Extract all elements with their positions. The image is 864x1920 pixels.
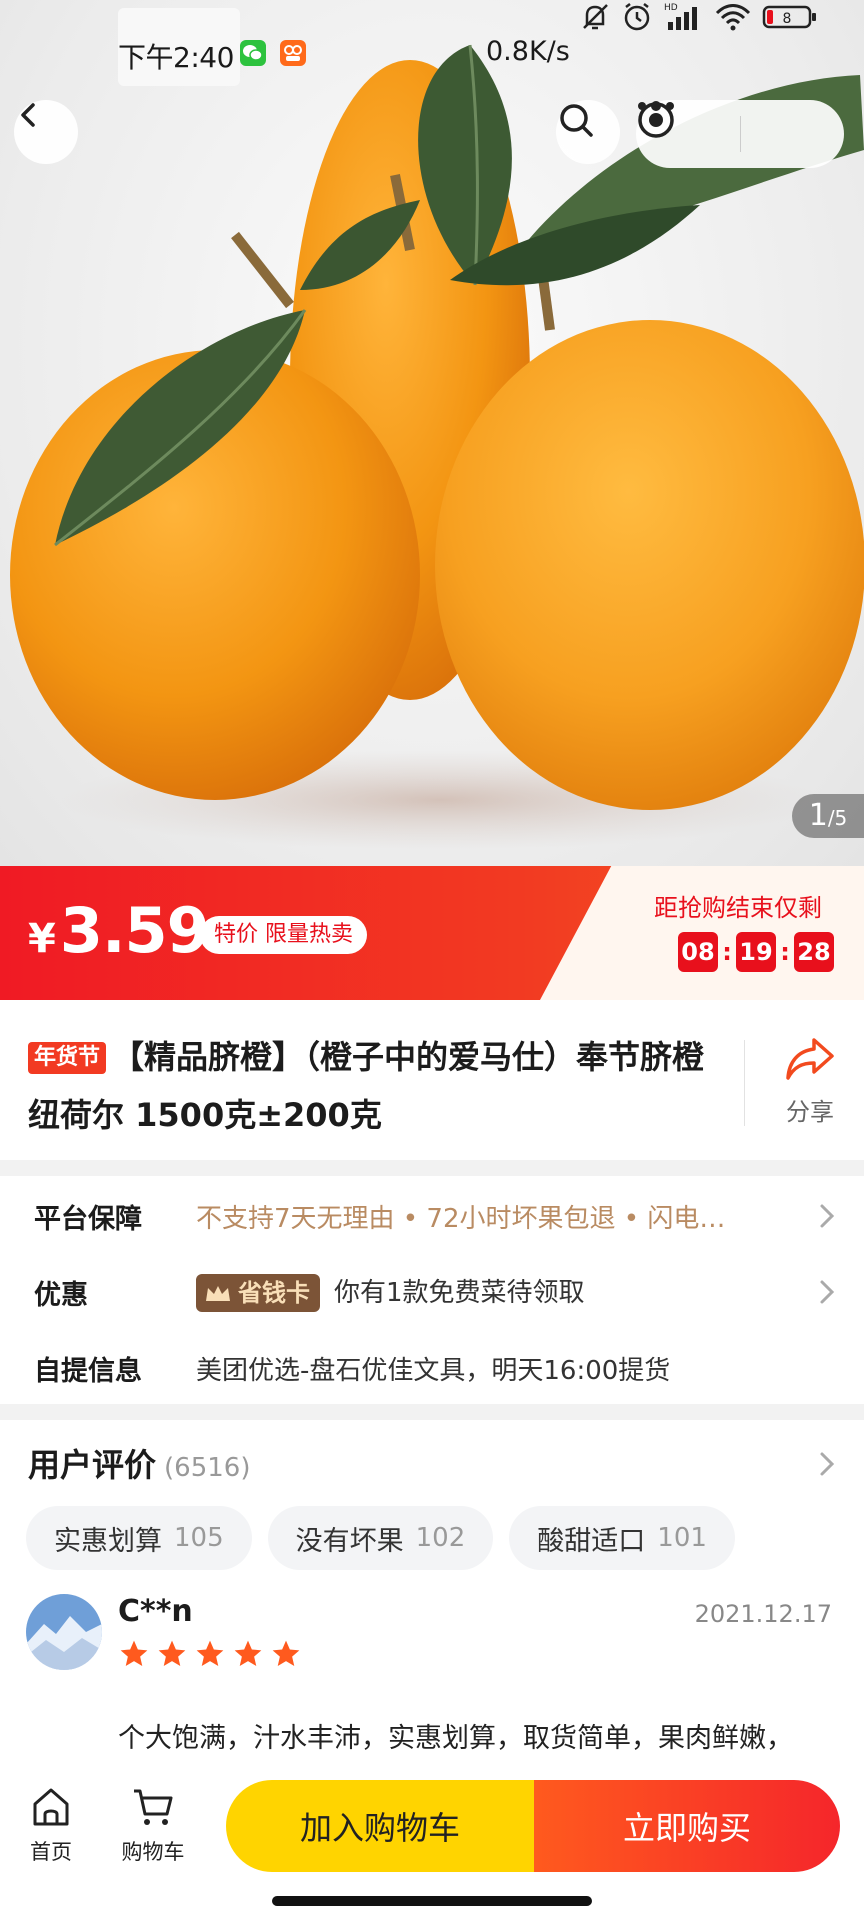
home-tab[interactable]: 首页 xyxy=(6,1786,96,1866)
status-time: 下午2:40 xyxy=(118,41,234,74)
miniprogram-capsule xyxy=(636,100,844,168)
home-indicator xyxy=(272,1896,592,1906)
promo-tag: 特价 限量热卖 xyxy=(200,916,367,954)
info-card: 平台保障 不支持7天无理由 • 72小时坏果包退 • 闪电… 优惠 省钱卡 你有… xyxy=(0,1176,864,1404)
reviews-title: 用户评价 xyxy=(28,1446,157,1484)
share-label: 分享 xyxy=(786,1098,834,1126)
review-tag-count: 101 xyxy=(657,1523,707,1553)
pickup-value: 美团优选-盘石优佳文具，明天16:00提货 xyxy=(196,1355,671,1386)
star-icon xyxy=(120,1640,148,1666)
festival-tag: 年货节 xyxy=(28,1042,107,1074)
pickup-row: 自提信息 美团优选-盘石优佳文具，明天16:00提货 xyxy=(0,1338,864,1398)
purchase-buttons: 加入购物车 立即购买 xyxy=(226,1780,840,1872)
pager-total: /5 xyxy=(827,806,848,830)
chevron-right-icon xyxy=(820,1280,835,1304)
home-icon xyxy=(33,1788,69,1826)
discount-label: 优惠 xyxy=(34,1279,88,1311)
discount-row[interactable]: 优惠 省钱卡 你有1款免费菜待领取 xyxy=(0,1262,864,1322)
close-miniprogram-button[interactable] xyxy=(638,100,845,168)
status-bar: 下午2:40 0.8K/s HD 8 xyxy=(0,0,864,100)
network-speed: 0.8K/s xyxy=(486,36,570,67)
wifi-icon xyxy=(715,4,751,31)
product-title: 年货节 【精品脐橙】（橙子中的爱马仕）奉节脐橙纽荷尔 1500克±200克 xyxy=(28,1028,718,1144)
discount-value-wrap: 省钱卡 你有1款免费菜待领取 xyxy=(196,1272,585,1313)
reviewer-name: C**n xyxy=(118,1594,193,1629)
signal-icon: HD xyxy=(664,3,697,30)
review-tag-count: 105 xyxy=(174,1523,224,1553)
saver-card-label: 省钱卡 xyxy=(238,1279,310,1308)
pickup-label: 自提信息 xyxy=(34,1355,142,1387)
crown-icon xyxy=(206,1286,230,1302)
review-tag-chip[interactable]: 酸甜适口 101 xyxy=(509,1506,735,1570)
battery-icon: 8 xyxy=(762,5,816,29)
star-icon xyxy=(272,1640,300,1666)
search-button[interactable] xyxy=(556,100,620,164)
review-text: 个大饱满，汁水丰沛，实惠划算，取货简单，果肉鲜嫩， xyxy=(118,1723,793,1754)
review-rating xyxy=(118,1638,302,1670)
star-icon xyxy=(196,1640,224,1666)
mute-bell-icon xyxy=(583,4,608,30)
star-icon xyxy=(158,1640,186,1666)
pager-current: 1 xyxy=(808,798,828,833)
guarantee-row[interactable]: 平台保障 不支持7天无理由 • 72小时坏果包退 • 闪电… xyxy=(0,1186,864,1246)
guarantee-value: 不支持7天无理由 • 72小时坏果包退 • 闪电… xyxy=(196,1203,726,1234)
guarantee-label: 平台保障 xyxy=(34,1203,142,1235)
countdown-minutes: 19 xyxy=(736,932,776,972)
cart-tab-label: 购物车 xyxy=(121,1840,185,1864)
alarm-icon xyxy=(624,3,650,31)
product-title-text: 【精品脐橙】（橙子中的爱马仕）奉节脐橙纽荷尔 1500克±200克 xyxy=(28,1038,705,1134)
reviews-header[interactable]: 用户评价 (6516) xyxy=(28,1440,250,1486)
wechat-icon xyxy=(240,40,266,66)
review-tag-label: 没有坏果 xyxy=(295,1525,404,1557)
discount-value: 你有1款免费菜待领取 xyxy=(334,1277,585,1308)
currency-symbol: ¥ xyxy=(28,916,56,962)
review-tags: 实惠划算 105 没有坏果 102 酸甜适口 101 xyxy=(26,1506,735,1570)
chevron-right-icon xyxy=(820,1204,835,1228)
home-tab-label: 首页 xyxy=(30,1840,72,1864)
review-tag-count: 102 xyxy=(415,1523,466,1553)
battery-level: 8 xyxy=(783,11,792,27)
back-button[interactable] xyxy=(14,100,78,164)
reviews-count: (6516) xyxy=(164,1453,251,1483)
chevron-left-icon xyxy=(21,103,35,127)
title-divider xyxy=(744,1040,745,1126)
app-notification-icon xyxy=(280,40,306,66)
svg-text:HD: HD xyxy=(664,3,678,13)
target-circle-icon xyxy=(638,102,674,138)
avatar-image xyxy=(26,1594,102,1670)
countdown-hours: 08 xyxy=(678,932,718,972)
review-tag-label: 实惠划算 xyxy=(54,1525,162,1557)
countdown-timer: 08 : 19 : 28 xyxy=(678,932,834,972)
cart-icon xyxy=(134,1789,173,1825)
saver-card-badge: 省钱卡 xyxy=(196,1274,320,1313)
price: ¥ 3.59 xyxy=(28,894,210,967)
product-title-card: 年货节 【精品脐橙】（橙子中的爱马仕）奉节脐橙纽荷尔 1500克±200克 分享 xyxy=(0,1000,864,1160)
product-image[interactable]: 下午2:40 0.8K/s HD 8 1 /5 xyxy=(0,0,864,866)
share-arrow-icon xyxy=(786,1038,834,1080)
reviewer-avatar xyxy=(26,1594,102,1670)
add-to-cart-button[interactable]: 加入购物车 xyxy=(226,1780,534,1872)
buy-now-button[interactable]: 立即购买 xyxy=(534,1780,840,1872)
review-tag-chip[interactable]: 没有坏果 102 xyxy=(267,1506,494,1570)
review-date: 2021.12.17 xyxy=(694,1600,832,1628)
countdown-seconds: 28 xyxy=(794,932,834,972)
share-button[interactable]: 分享 xyxy=(760,1036,860,1127)
countdown-separator: : xyxy=(722,938,732,966)
review-tag-label: 酸甜适口 xyxy=(537,1525,646,1557)
countdown-separator: : xyxy=(780,938,790,966)
countdown-label: 距抢购结束仅剩 xyxy=(654,894,822,922)
image-pager: 1 /5 xyxy=(792,794,864,838)
chevron-right-icon[interactable] xyxy=(818,1450,836,1478)
cart-tab[interactable]: 购物车 xyxy=(108,1786,198,1866)
review-tag-chip[interactable]: 实惠划算 105 xyxy=(26,1506,252,1570)
star-icon xyxy=(234,1640,262,1666)
search-icon xyxy=(560,104,593,137)
reviews-section: 用户评价 (6516) 实惠划算 105 没有坏果 102 酸甜适口 101 C… xyxy=(0,1420,864,1780)
price-value: 3.59 xyxy=(59,894,210,967)
